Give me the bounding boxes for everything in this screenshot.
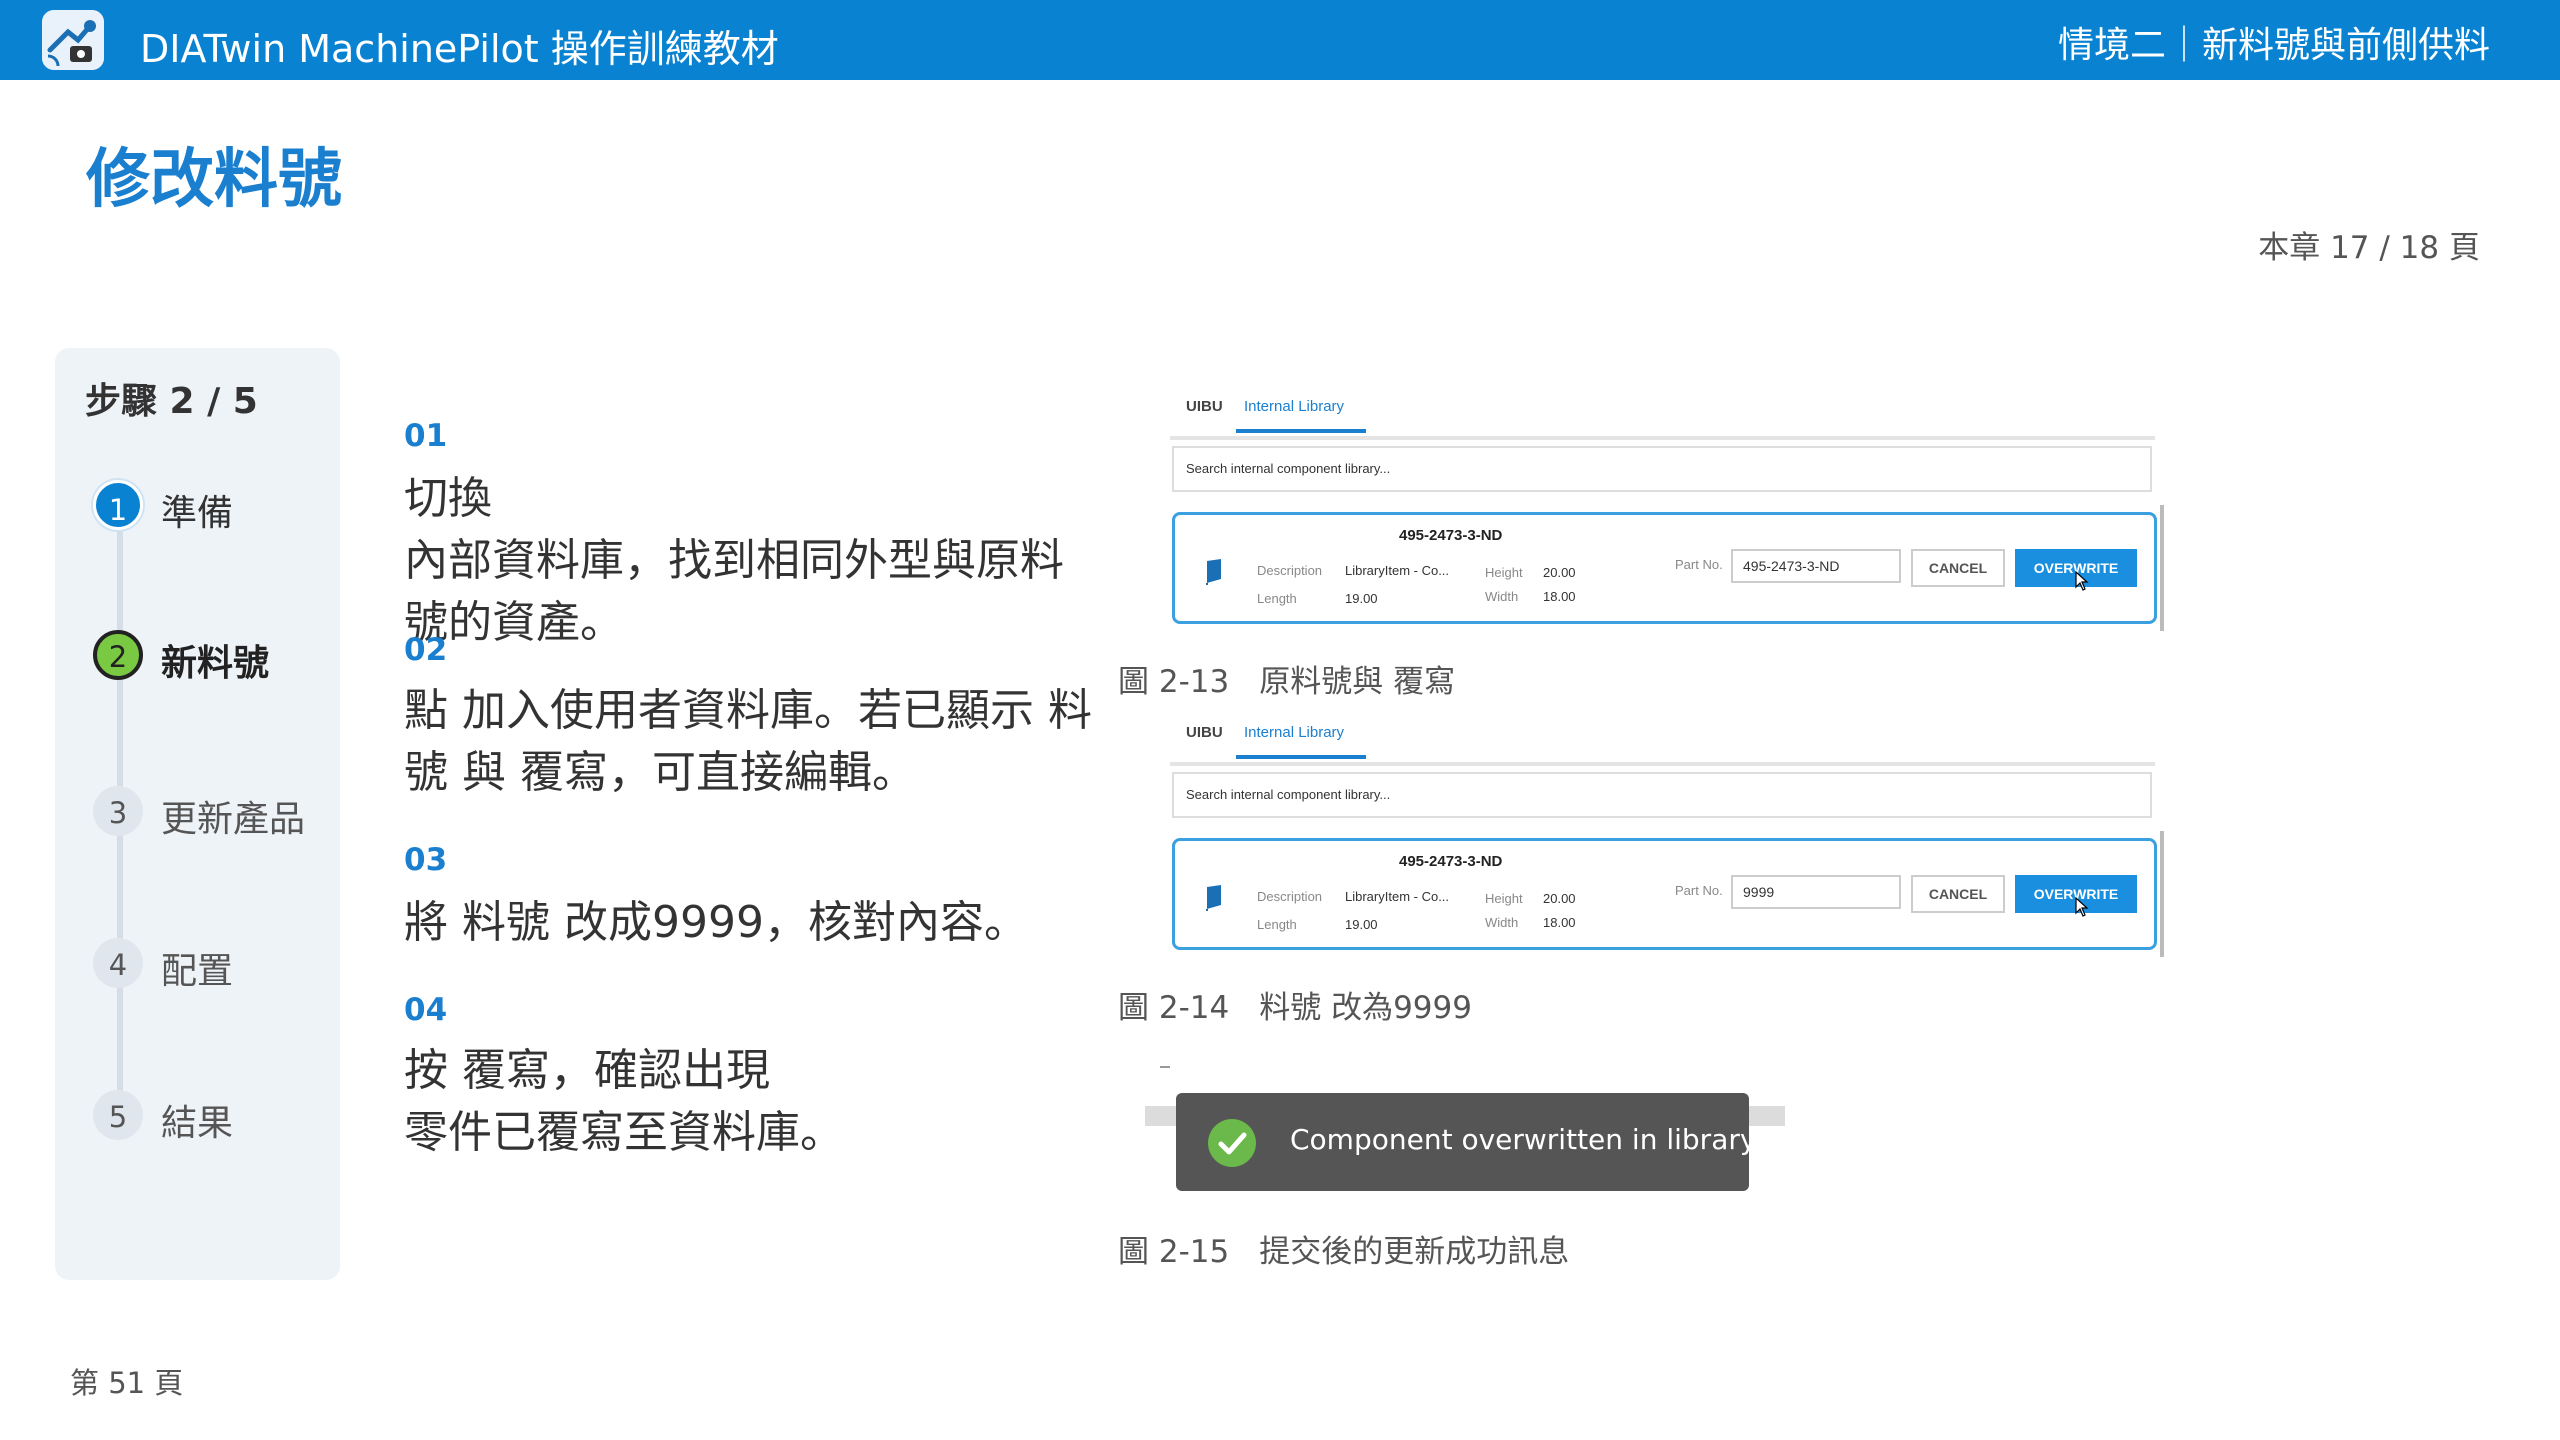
figure-caption: 圖 2-13 原料號與 覆寫 <box>1118 656 1455 701</box>
figure-text: 料號 改為9999 <box>1259 990 1472 1026</box>
figure-number: 圖 2-13 <box>1118 664 1230 700</box>
step-number: 4 <box>93 938 143 988</box>
page-title: 修改料號 <box>86 143 342 217</box>
part-no-label: Part No. <box>1675 557 1723 572</box>
cancel-button[interactable]: CANCEL <box>1911 875 2005 913</box>
screenshot-original-part-number: UIBU Internal Library Search internal co… <box>1160 392 2164 642</box>
steps-sidebar: 步驟 2 / 5 1 準備 2 新料號 3 更新產品 4 配置 5 結果 <box>55 348 340 1280</box>
step-number: 1 <box>93 480 143 530</box>
background-fragment <box>1160 1066 1170 1068</box>
step-label: 更新產品 <box>161 799 306 840</box>
steps-title: 步驟 2 / 5 <box>85 381 258 422</box>
active-tab-indicator <box>1236 755 1366 759</box>
component-book-icon <box>1205 559 1225 585</box>
screenshot-modified-part-number: UIBU Internal Library Search internal co… <box>1160 718 2164 968</box>
step-label: 新料號 <box>161 643 270 684</box>
instruction-number: 03 <box>404 842 448 878</box>
step-number: 2 <box>93 630 143 680</box>
search-placeholder: Search internal component library... <box>1186 787 1391 802</box>
component-title: 495-2473-3-ND <box>1399 527 1503 544</box>
tab-internal-library[interactable]: Internal Library <box>1244 398 1344 415</box>
part-no-input[interactable]: 9999 <box>1731 875 1901 909</box>
instruction-number: 04 <box>404 992 448 1028</box>
instruction-number: 01 <box>404 418 448 454</box>
top-bar: DIATwin MachinePilot 操作訓練教材 情境二｜新料號與前側供料 <box>0 0 2560 80</box>
figure-number: 圖 2-15 <box>1118 1234 1230 1270</box>
instruction-text: 切換 內部資料庫，找到相同外型與原料號的資產。 <box>404 473 1064 648</box>
part-no-label: Part No. <box>1675 883 1723 898</box>
height-value: 20.00 <box>1543 565 1576 580</box>
scrollbar[interactable] <box>2160 505 2164 631</box>
figure-text: 原料號與 覆寫 <box>1259 664 1456 700</box>
length-value: 19.00 <box>1345 591 1378 606</box>
instruction-number: 02 <box>404 632 448 668</box>
tab-uibu[interactable]: UIBU <box>1186 398 1223 415</box>
step-label: 結果 <box>161 1103 234 1144</box>
component-title: 495-2473-3-ND <box>1399 853 1503 870</box>
instruction-text: 將 料號 改成9999，核對內容。 <box>404 897 1028 948</box>
instruction-text: 按 覆寫，確認出現 零件已覆寫至資料庫。 <box>404 1045 844 1158</box>
component-card: 495-2473-3-ND Description LibraryItem - … <box>1172 831 2164 957</box>
length-value: 19.00 <box>1345 917 1378 932</box>
library-tabs: UIBU Internal Library <box>1170 392 2155 440</box>
height-label: Height <box>1485 565 1523 580</box>
instruction-text: 點 加入使用者資料庫。若已顯示 料號 與 覆寫，可直接編輯。 <box>404 685 1092 798</box>
description-value: LibraryItem - Co... <box>1345 889 1450 904</box>
width-value: 18.00 <box>1543 589 1576 604</box>
mouse-cursor-icon <box>2075 570 2089 591</box>
height-label: Height <box>1485 891 1523 906</box>
search-input[interactable]: Search internal component library... <box>1172 772 2152 818</box>
step-number: 5 <box>93 1090 143 1140</box>
tab-uibu[interactable]: UIBU <box>1186 724 1223 741</box>
library-tabs: UIBU Internal Library <box>1170 718 2155 766</box>
success-toast: Component overwritten in library. <box>1176 1093 1761 1191</box>
mouse-cursor-icon <box>2075 896 2089 917</box>
part-no-input[interactable]: 495-2473-3-ND <box>1731 549 1901 583</box>
component-card: 495-2473-3-ND Description LibraryItem - … <box>1172 505 2164 631</box>
description-label: Description <box>1257 563 1323 578</box>
length-label: Length <box>1257 591 1297 606</box>
figure-text: 提交後的更新成功訊息 <box>1259 1234 1570 1270</box>
width-value: 18.00 <box>1543 915 1576 930</box>
step-number: 3 <box>93 786 143 836</box>
description-label: Description <box>1257 889 1323 904</box>
figure-number: 圖 2-14 <box>1118 990 1230 1026</box>
scrollbar[interactable] <box>2160 831 2164 957</box>
figure-caption: 圖 2-15 提交後的更新成功訊息 <box>1118 1226 1569 1271</box>
figure-caption: 圖 2-14 料號 改為9999 <box>1118 982 1472 1027</box>
check-circle-icon <box>1208 1119 1256 1167</box>
active-tab-indicator <box>1236 429 1366 433</box>
width-label: Width <box>1485 915 1519 930</box>
step-label: 配置 <box>161 951 234 992</box>
chapter-page-indicator: 本章 17 / 18 頁 <box>2258 230 2480 266</box>
component-book-icon <box>1205 885 1225 911</box>
app-title: DIATwin MachinePilot 操作訓練教材 <box>140 27 779 71</box>
length-label: Length <box>1257 917 1297 932</box>
toast-message: Component overwritten in library. <box>1290 1123 1762 1156</box>
step-label: 準備 <box>161 493 234 534</box>
search-placeholder: Search internal component library... <box>1186 461 1391 476</box>
tab-internal-library[interactable]: Internal Library <box>1244 724 1344 741</box>
height-value: 20.00 <box>1543 891 1576 906</box>
description-value: LibraryItem - Co... <box>1345 563 1450 578</box>
width-label: Width <box>1485 589 1519 604</box>
footer-page-number: 第 51 頁 <box>70 1366 184 1400</box>
cancel-button[interactable]: CANCEL <box>1911 549 2005 587</box>
search-input[interactable]: Search internal component library... <box>1172 446 2152 492</box>
app-logo-icon <box>42 10 104 70</box>
section-title: 情境二｜新料號與前側供料 <box>2057 25 2490 66</box>
